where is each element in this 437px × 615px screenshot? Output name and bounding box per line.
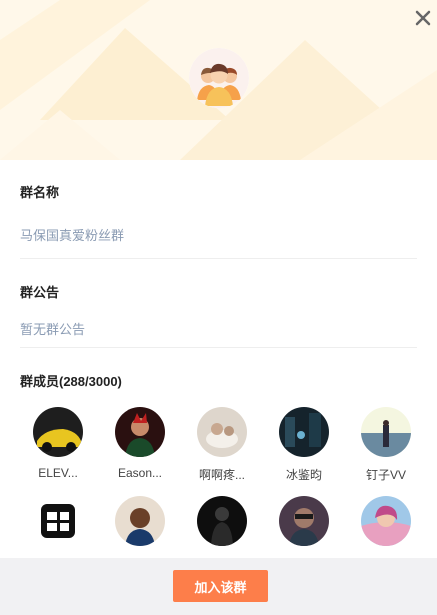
members-label: 群成员(288/3000) — [20, 374, 122, 389]
member-item[interactable]: 啊啊疼... — [186, 407, 258, 483]
member-item[interactable] — [268, 496, 340, 555]
group-people-icon — [189, 48, 249, 108]
close-icon[interactable] — [411, 6, 435, 30]
avatar — [197, 407, 247, 457]
group-avatar — [189, 48, 249, 108]
member-grid: ELEV... Eason... 啊啊疼... 冰鉴昀 钉子VV — [20, 400, 420, 560]
divider — [20, 258, 417, 259]
group-name-value: 马保国真爱粉丝群 — [20, 228, 125, 243]
group-name-section: 群名称 马保国真爱粉丝群 — [20, 182, 417, 244]
group-name-label: 群名称 — [20, 185, 60, 200]
avatar — [33, 496, 83, 546]
member-name: Eason... — [117, 466, 163, 480]
members-section: 群成员(288/3000) — [20, 371, 417, 390]
avatar — [33, 407, 83, 457]
member-item[interactable]: Eason... — [104, 407, 176, 480]
avatar — [279, 496, 329, 546]
member-item[interactable] — [350, 496, 420, 555]
member-item[interactable]: 钉子VV — [350, 407, 420, 483]
divider — [20, 347, 417, 348]
avatar — [279, 407, 329, 457]
footer-bar: 加入该群 — [0, 558, 437, 615]
member-name: 啊啊疼... — [198, 468, 245, 482]
avatar — [115, 407, 165, 457]
avatar — [361, 407, 411, 457]
member-item[interactable]: 冰鉴昀 — [268, 407, 340, 483]
group-header — [0, 0, 437, 160]
member-item[interactable] — [104, 496, 176, 555]
member-name: ELEV... — [38, 466, 78, 480]
avatar — [197, 496, 247, 546]
avatar — [115, 496, 165, 546]
join-group-button[interactable]: 加入该群 — [173, 570, 268, 602]
announcement-value: 暂无群公告 — [20, 322, 86, 337]
member-item[interactable] — [22, 496, 94, 555]
member-item[interactable] — [186, 496, 258, 555]
announcement-section: 群公告 暂无群公告 — [20, 282, 417, 338]
member-item[interactable]: ELEV... — [22, 407, 94, 480]
avatar — [361, 496, 411, 546]
announcement-label: 群公告 — [20, 285, 60, 300]
member-name: 钉子VV — [365, 468, 406, 482]
member-name: 冰鉴昀 — [285, 468, 322, 482]
